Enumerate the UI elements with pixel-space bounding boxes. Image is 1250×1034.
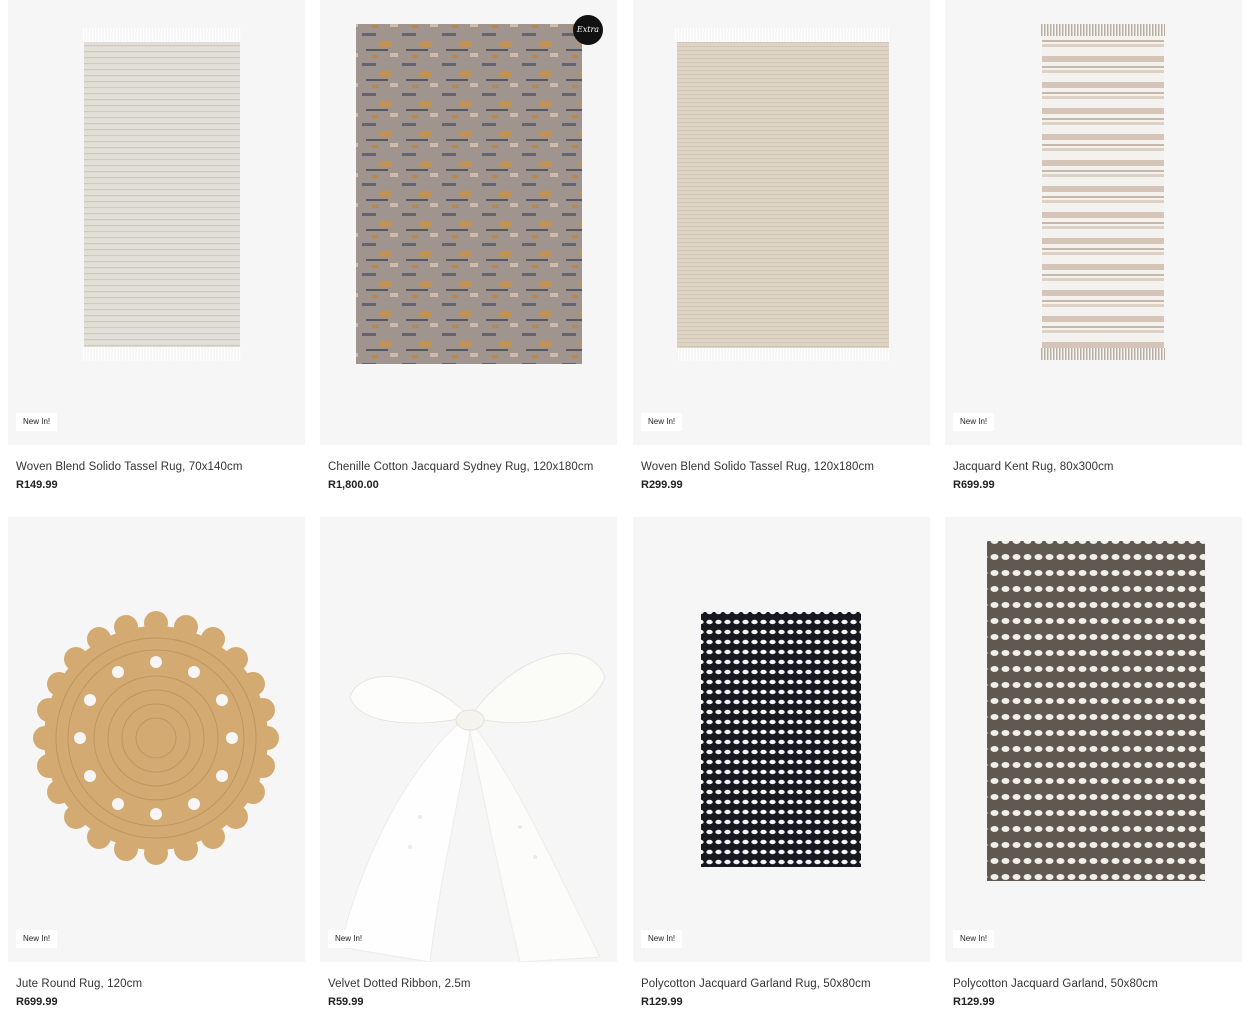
new-in-badge: New In! bbox=[953, 930, 995, 948]
new-in-badge: New In! bbox=[16, 930, 58, 948]
new-in-badge: New In! bbox=[953, 413, 995, 431]
new-in-badge: New In! bbox=[328, 930, 370, 948]
product-image[interactable]: New In! bbox=[945, 517, 1242, 962]
product-title[interactable]: Woven Blend Solido Tassel Rug, 120x180cm bbox=[641, 461, 930, 473]
product-card[interactable]: New In! Woven Blend Solido Tassel Rug, 1… bbox=[633, 0, 930, 491]
white-ribbon-bow-image bbox=[339, 653, 606, 962]
product-card[interactable]: New In! Polycotton Jacquard Garland, 50x… bbox=[945, 517, 1242, 1008]
product-card[interactable]: New In! Woven Blend Solido Tassel Rug, 7… bbox=[8, 0, 305, 491]
product-title[interactable]: Chenille Cotton Jacquard Sydney Rug, 120… bbox=[328, 461, 617, 473]
product-card[interactable]: New In! Jacquard Kent Rug, 80x300cm R699… bbox=[945, 0, 1242, 491]
brown-white-dotted-rug-image bbox=[987, 541, 1205, 881]
product-price: R149.99 bbox=[16, 479, 58, 491]
product-image[interactable]: New In! bbox=[8, 517, 305, 962]
distressed-grey-orange-rug-image bbox=[356, 24, 582, 364]
product-title[interactable]: Velvet Dotted Ribbon, 2.5m bbox=[328, 978, 617, 990]
new-in-badge: New In! bbox=[641, 413, 683, 431]
product-image[interactable]: Extra bbox=[320, 0, 617, 445]
product-card[interactable]: New In! Velvet Dotted Ribbon, 2.5m R59.9… bbox=[320, 517, 617, 1008]
product-price: R1,800.00 bbox=[328, 479, 379, 491]
product-card[interactable]: New In! Polycotton Jacquard Garland Rug,… bbox=[633, 517, 930, 1008]
product-title[interactable]: Jacquard Kent Rug, 80x300cm bbox=[953, 461, 1242, 473]
brand-logo: Extra bbox=[573, 15, 603, 45]
product-title[interactable]: Woven Blend Solido Tassel Rug, 70x140cm bbox=[16, 461, 305, 473]
product-title[interactable]: Jute Round Rug, 120cm bbox=[16, 978, 305, 990]
product-card[interactable]: Extra Chenille Cotton Jacquard Sydney Ru… bbox=[320, 0, 617, 491]
product-image[interactable]: New In! bbox=[633, 0, 930, 445]
product-image[interactable]: New In! bbox=[633, 517, 930, 962]
product-price: R699.99 bbox=[953, 479, 995, 491]
product-card[interactable]: New In! Jute Round Rug, 120cm R699.99 bbox=[8, 517, 305, 1008]
product-price: R299.99 bbox=[641, 479, 683, 491]
product-image[interactable]: New In! bbox=[8, 0, 305, 445]
striped-runner-rug-image bbox=[1041, 24, 1165, 360]
new-in-badge: New In! bbox=[16, 413, 58, 431]
product-price: R59.99 bbox=[328, 996, 364, 1008]
product-image[interactable]: New In! bbox=[320, 517, 617, 962]
beige-striped-tassel-rug-image bbox=[82, 28, 242, 361]
product-title[interactable]: Polycotton Jacquard Garland Rug, 50x80cm bbox=[641, 978, 930, 990]
product-price: R699.99 bbox=[16, 996, 58, 1008]
round-jute-rug-image bbox=[33, 611, 279, 865]
product-title[interactable]: Polycotton Jacquard Garland, 50x80cm bbox=[953, 978, 1242, 990]
product-image[interactable]: New In! bbox=[945, 0, 1242, 445]
black-white-dotted-rug-image bbox=[701, 612, 861, 867]
product-price: R129.99 bbox=[641, 996, 683, 1008]
product-price: R129.99 bbox=[953, 996, 995, 1008]
product-grid: New In! Woven Blend Solido Tassel Rug, 7… bbox=[0, 0, 1250, 1034]
new-in-badge: New In! bbox=[641, 930, 683, 948]
beige-tassel-rug-image bbox=[675, 28, 891, 361]
